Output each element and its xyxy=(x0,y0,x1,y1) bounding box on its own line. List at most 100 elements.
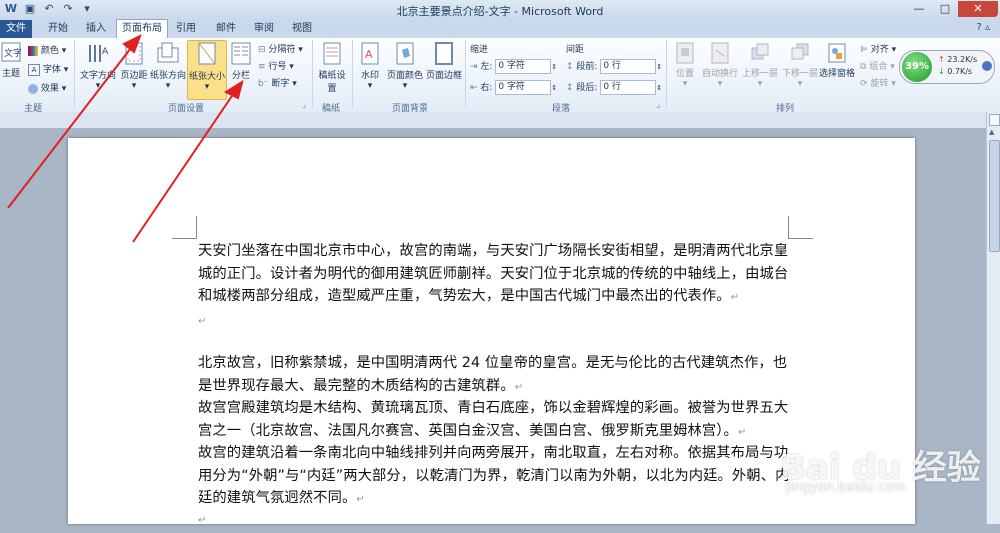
group-button[interactable]: ⧉ 组合 ▾ xyxy=(860,59,895,72)
tab-mailings[interactable]: 邮件 xyxy=(208,20,244,38)
spinner-icon[interactable]: ⇕ xyxy=(551,63,557,71)
spacing-before-input[interactable]: 0 行 xyxy=(600,59,657,74)
paragraph-tiananmen[interactable]: 天安门坐落在中国北京市中心，故宫的南端，与天安门广场隔长安街相望，是明清两代北京… xyxy=(198,240,794,310)
indent-left-input[interactable]: 0 字符 xyxy=(495,59,552,74)
spinner-icon[interactable]: ⇕ xyxy=(656,63,662,71)
spacing-before: ↕ 段前: 0 行 ⇕ xyxy=(566,59,663,74)
tab-page-layout[interactable]: 页面布局 xyxy=(116,19,168,38)
breaks-icon: ⊟ xyxy=(258,45,266,55)
svg-text:A: A xyxy=(365,48,373,61)
draft-paper-icon xyxy=(323,42,341,65)
scrollbar-thumb[interactable] xyxy=(989,140,1000,252)
svg-text:文字: 文字 xyxy=(4,47,21,59)
wrap-text-button[interactable]: 自动换行 ▾ xyxy=(700,42,740,89)
theme-colors-button[interactable]: 颜色 ▾ xyxy=(28,43,66,56)
align-icon: ⊫ xyxy=(860,45,868,55)
rotate-button[interactable]: ⟳ 旋转 ▾ xyxy=(860,76,896,89)
tab-references[interactable]: 引用 xyxy=(168,20,204,38)
page-setup-launcher-icon[interactable]: ⌟ xyxy=(302,100,306,110)
indent-left-icon: ⇥ xyxy=(470,62,478,72)
page-color-button[interactable]: 页面颜色 ▾ xyxy=(386,42,424,91)
page-border-button[interactable]: 页面边框 xyxy=(425,42,463,81)
close-button[interactable]: ✕ xyxy=(958,1,998,17)
trailing-paragraph[interactable]: ↵ xyxy=(198,508,794,533)
margins-icon xyxy=(125,42,143,65)
theme-effects-button[interactable]: 效果 ▾ xyxy=(28,81,66,94)
tab-file[interactable]: 文件 xyxy=(0,20,32,38)
download-arrow-icon: ↓ xyxy=(938,67,945,76)
horizontal-ruler[interactable] xyxy=(0,112,988,129)
line-numbers-button[interactable]: ≡ 行号 ▾ xyxy=(258,59,294,72)
crop-mark-top-left xyxy=(172,216,197,239)
paper-size-button[interactable]: 纸张大小 ▾ xyxy=(187,40,227,100)
send-backward-button[interactable]: 下移一层 ▾ xyxy=(780,42,820,89)
ribbon-tabs: 文件 开始 插入 页面布局 引用 邮件 审阅 视图 ? ▵ xyxy=(0,19,1000,38)
bring-forward-icon xyxy=(751,43,769,60)
tab-insert[interactable]: 插入 xyxy=(78,20,114,38)
ruler-toggle-icon[interactable] xyxy=(989,114,1000,126)
crop-mark-top-right xyxy=(788,216,813,239)
watermark-icon: A xyxy=(361,42,379,65)
position-button[interactable]: 位置 ▾ xyxy=(670,42,700,89)
fonts-icon: A xyxy=(28,63,40,76)
vertical-scrollbar[interactable]: ▲ xyxy=(986,112,1000,524)
bring-forward-button[interactable]: 上移一层 ▾ xyxy=(740,42,780,89)
line-numbers-icon: ≡ xyxy=(258,62,266,72)
orientation-button[interactable]: 纸张方向 ▾ xyxy=(150,42,186,91)
indent-right: ⇤ 右: 0 字符 ⇕ xyxy=(470,80,558,95)
spacing-after-icon: ↕ xyxy=(566,83,574,93)
columns-button[interactable]: 分栏 ▾ xyxy=(228,42,254,91)
align-button[interactable]: ⊫ 对齐 ▾ xyxy=(860,42,896,55)
spacing-header: 间距 xyxy=(566,45,585,55)
scroll-up-icon[interactable]: ▲ xyxy=(989,128,994,136)
close-widget-icon[interactable] xyxy=(982,61,992,71)
spacing-after-input[interactable]: 0 行 xyxy=(600,80,657,95)
hyphenation-button[interactable]: b⁻ 断字 ▾ xyxy=(258,76,297,89)
help-icon[interactable]: ? ▵ xyxy=(976,22,990,33)
spinner-icon[interactable]: ⇕ xyxy=(656,84,662,92)
text-direction-button[interactable]: A 文字方向 ▾ xyxy=(78,42,118,91)
page-border-icon xyxy=(435,42,453,65)
orientation-icon xyxy=(157,42,179,63)
baidu-watermark-url: jingyan.baidu.com xyxy=(786,480,906,495)
draft-settings-button[interactable]: 稿纸设置 xyxy=(316,42,348,94)
margins-button[interactable]: 页边距 ▾ xyxy=(118,42,150,91)
title-bar: W ▣ ↶ ↷ ▾ 北京主要景点介绍-文字 - Microsoft Word —… xyxy=(0,0,1000,20)
tab-home[interactable]: 开始 xyxy=(38,20,78,38)
paragraph-mark: ↵ xyxy=(737,426,747,438)
paragraph-mark: ↵ xyxy=(198,515,207,526)
effects-icon xyxy=(28,83,38,94)
minimize-button[interactable]: — xyxy=(906,1,932,17)
paragraph-mark: ↵ xyxy=(198,316,207,327)
window-title: 北京主要景点介绍-文字 - Microsoft Word xyxy=(396,5,604,18)
columns-icon xyxy=(231,42,251,65)
wrap-text-icon xyxy=(711,42,729,64)
themes-button[interactable]: 文字 主题 xyxy=(0,42,22,79)
ribbon: 文字 主题 颜色 ▾ A 字体 ▾ 效果 ▾ 主题 A 文字方向 ▾ 页边距 ▾ 纸… xyxy=(0,38,1000,114)
rotate-icon: ⟳ xyxy=(860,79,868,89)
theme-fonts-button[interactable]: A 字体 ▾ xyxy=(28,62,68,76)
empty-paragraph[interactable]: ↵ xyxy=(198,309,794,334)
paragraph-mark: ↵ xyxy=(514,381,524,393)
watermark-button[interactable]: A 水印 ▾ xyxy=(356,42,384,91)
page-color-icon xyxy=(396,42,414,65)
selection-pane-button[interactable]: 选择窗格 xyxy=(818,42,856,79)
selection-pane-icon xyxy=(828,43,846,63)
spinner-icon[interactable]: ⇕ xyxy=(551,84,557,92)
paragraph-layout[interactable]: 故宫的建筑沿着一条南北向中轴线排列并向两旁展开，南北取直，左右对称。依据其布局与… xyxy=(198,442,794,512)
paragraph-launcher-icon[interactable]: ⌟ xyxy=(656,100,660,110)
indent-right-input[interactable]: 0 字符 xyxy=(495,80,552,95)
indent-left: ⇥ 左: 0 字符 ⇕ xyxy=(470,59,558,74)
paragraph-palace-buildings[interactable]: 故宫宫殿建筑均是木结构、黄琉璃瓦顶、青白石底座，饰以金碧辉煌的彩画。被誉为世界五… xyxy=(198,397,794,444)
upload-rate: 23.2K/s xyxy=(947,55,978,64)
maximize-button[interactable]: □ xyxy=(932,1,958,17)
group-icon: ⧉ xyxy=(860,62,867,72)
breaks-button[interactable]: ⊟ 分隔符 ▾ xyxy=(258,42,303,55)
themes-icon: 文字 xyxy=(1,42,21,62)
paragraph-forbidden-city[interactable]: 北京故宫，旧称紫禁城，是中国明清两代 24 位皇帝的皇宫。是无与伦比的古代建筑杰… xyxy=(198,352,794,399)
window-controls: — □ ✕ xyxy=(906,1,998,17)
upload-arrow-icon: ↑ xyxy=(938,55,945,64)
tab-view[interactable]: 视图 xyxy=(284,20,320,38)
tab-review[interactable]: 审阅 xyxy=(246,20,282,38)
network-speed-widget[interactable]: 39% ↑ 23.2K/s ↓ 0.7K/s xyxy=(899,50,995,84)
